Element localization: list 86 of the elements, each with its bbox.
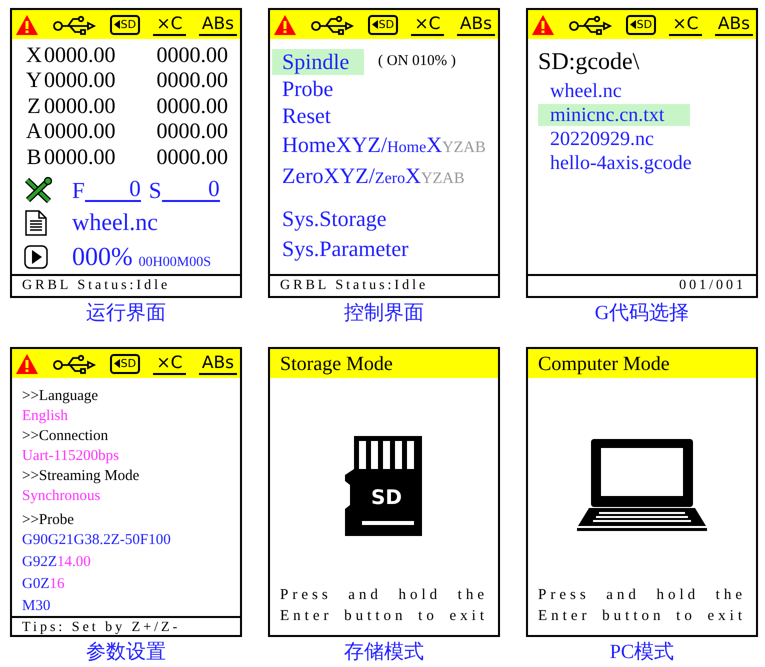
machine-position: 0000.00 bbox=[156, 94, 228, 117]
sd-label: SD bbox=[378, 19, 394, 30]
warning-icon bbox=[531, 14, 555, 36]
triangle-icon bbox=[372, 20, 378, 29]
menu-item[interactable]: Probe bbox=[272, 76, 344, 102]
status-label: ABs bbox=[198, 352, 237, 374]
work-position: 0000.00 bbox=[44, 44, 116, 66]
laptop-icon bbox=[577, 438, 707, 534]
menu-item[interactable]: Sys.Parameter bbox=[272, 236, 418, 262]
work-position: 0000.00 bbox=[44, 94, 116, 117]
spindle-state: ( ON 010% ) bbox=[378, 54, 456, 69]
exit-instruction: Press and hold the bbox=[538, 586, 746, 605]
probe-command: G92Z14.00 bbox=[22, 553, 92, 572]
status-label: ABs bbox=[198, 14, 237, 36]
probe-command: M30 bbox=[22, 597, 52, 616]
triangle-icon bbox=[630, 20, 636, 29]
machine-position: 0000.00 bbox=[156, 44, 228, 66]
elapsed-time: 00H00M00S bbox=[138, 256, 212, 270]
screen-caption: 控制界面 bbox=[344, 301, 424, 326]
machine-position: 0000.00 bbox=[156, 146, 228, 168]
folder-path: SD:gcode\ bbox=[538, 48, 640, 77]
screen-caption: 参数设置 bbox=[86, 640, 166, 665]
setting-label: >>Connection bbox=[22, 427, 110, 446]
setting-label: >>Streaming Mode bbox=[22, 467, 140, 486]
document-icon bbox=[24, 210, 48, 236]
file-item[interactable]: 20220929.nc bbox=[538, 128, 664, 150]
menu-item[interactable]: Sys.Storage bbox=[272, 206, 396, 232]
warning-icon bbox=[273, 14, 297, 36]
work-position: 0000.00 bbox=[44, 146, 116, 168]
status-label: ×C bbox=[153, 14, 186, 36]
status-label: ABs bbox=[456, 14, 495, 36]
status-footer: 001/001 bbox=[679, 279, 746, 293]
work-position: 0000.00 bbox=[44, 69, 116, 92]
usb-icon bbox=[568, 14, 612, 34]
screen-caption: 存储模式 bbox=[344, 640, 424, 665]
file-item[interactable]: minicnc.cn.txt bbox=[538, 104, 690, 126]
sd-card-icon: SD bbox=[344, 434, 424, 536]
menu-item[interactable]: Reset bbox=[272, 102, 341, 128]
axis-label: Y bbox=[25, 69, 43, 92]
setting-label: >>Language bbox=[22, 387, 100, 406]
triangle-icon bbox=[114, 359, 120, 368]
triangle-icon bbox=[114, 20, 120, 29]
usb-icon bbox=[52, 14, 96, 34]
status-label: ×C bbox=[669, 14, 702, 36]
status-footer: GRBL Status:Idle bbox=[22, 279, 170, 293]
feed-value: 0 bbox=[84, 177, 141, 202]
status-label: ×C bbox=[153, 352, 186, 374]
progress-percent: 000% bbox=[72, 244, 133, 270]
exit-instruction: Enter button to exit bbox=[280, 607, 488, 626]
setting-label: >>Probe bbox=[22, 511, 75, 530]
probe-command: G90G21G38.2Z-50F100 bbox=[22, 531, 172, 550]
probe-command: G0Z16 bbox=[22, 575, 66, 594]
screen-caption: G代码选择 bbox=[594, 301, 690, 326]
warning-icon bbox=[15, 352, 39, 374]
file-item[interactable]: wheel.nc bbox=[538, 80, 632, 102]
screen-title: Storage Mode bbox=[280, 354, 393, 374]
screen-caption: 运行界面 bbox=[86, 301, 166, 326]
status-label: ×C bbox=[411, 14, 444, 36]
feed-label: F bbox=[72, 179, 85, 202]
status-footer: Tips: Set by Z+/Z- bbox=[22, 621, 180, 635]
axis-label: A bbox=[25, 120, 43, 142]
axis-label: Z bbox=[26, 94, 42, 117]
exit-instruction: Press and hold the bbox=[280, 586, 488, 605]
machine-position: 0000.00 bbox=[156, 69, 228, 92]
tools-icon bbox=[24, 176, 52, 202]
status-label: ABs bbox=[714, 14, 753, 36]
sd-label: SD bbox=[636, 19, 652, 30]
play-icon bbox=[24, 244, 48, 268]
screen-caption: PC模式 bbox=[610, 640, 674, 665]
menu-item[interactable]: Spindle bbox=[272, 48, 364, 74]
spindle-value: 0 bbox=[162, 177, 220, 202]
screen-title: Computer Mode bbox=[538, 354, 670, 374]
axis-label: X bbox=[25, 44, 43, 66]
warning-icon bbox=[15, 14, 39, 36]
exit-instruction: Enter button to exit bbox=[538, 607, 746, 626]
sd-label: SD bbox=[120, 19, 136, 30]
file-item[interactable]: hello-4axis.gcode bbox=[538, 152, 702, 174]
usb-icon bbox=[52, 354, 96, 374]
machine-position: 0000.00 bbox=[156, 120, 228, 142]
file-name: wheel.nc bbox=[72, 210, 158, 234]
status-footer: GRBL Status:Idle bbox=[280, 279, 428, 293]
usb-icon bbox=[310, 14, 354, 34]
work-position: 0000.00 bbox=[44, 120, 116, 142]
axis-label: B bbox=[26, 146, 42, 168]
spindle-label: S bbox=[148, 179, 162, 202]
sd-label: SD bbox=[120, 358, 136, 369]
